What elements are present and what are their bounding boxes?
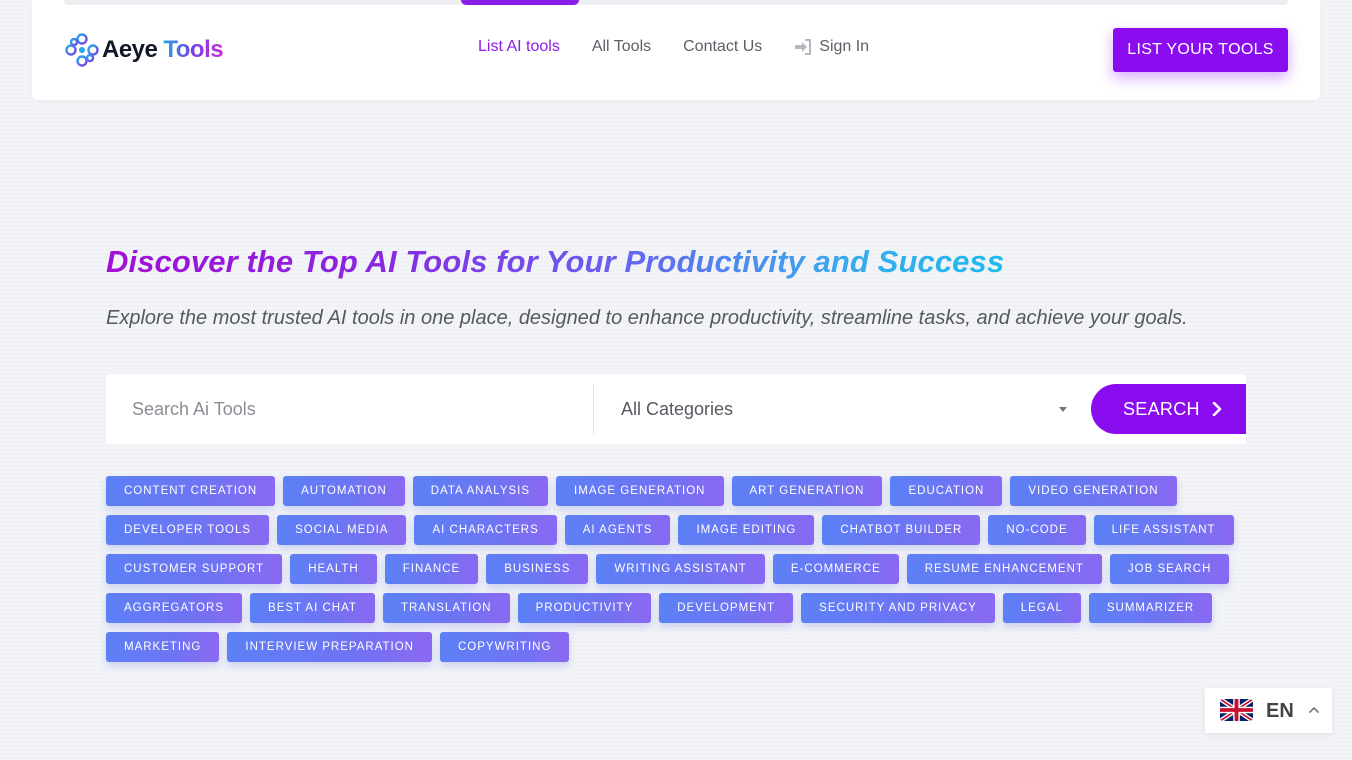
chevron-up-icon	[1309, 707, 1319, 713]
category-tag[interactable]: DEVELOPMENT	[659, 593, 794, 623]
header-progress-active	[461, 0, 579, 5]
search-button-label: SEARCH	[1123, 398, 1200, 419]
category-tag[interactable]: SECURITY AND PRIVACY	[801, 593, 995, 623]
category-tag[interactable]: DATA ANALYSIS	[412, 476, 549, 506]
search-input[interactable]	[106, 374, 593, 444]
hero-title: Discover the Top AI Tools for Your Produ…	[106, 244, 1005, 279]
category-tag[interactable]: CUSTOMER SUPPORT	[106, 554, 283, 584]
site-logo[interactable]: Aeye Tools	[64, 30, 224, 70]
search-button[interactable]: SEARCH	[1091, 384, 1246, 434]
category-tag[interactable]: SOCIAL MEDIA	[277, 515, 407, 545]
hero-subtitle: Explore the most trusted AI tools in one…	[106, 307, 1188, 329]
logo-text-part2: Tools	[163, 36, 224, 63]
chevron-right-icon	[1212, 402, 1222, 416]
nav-list-ai-tools[interactable]: List AI tools	[478, 38, 560, 56]
category-tag[interactable]: WRITING ASSISTANT	[596, 554, 765, 584]
logo-text-part1: Aeye	[102, 36, 158, 63]
category-tag[interactable]: AI CHARACTERS	[414, 515, 557, 545]
main-nav: List AI tools All Tools Contact Us Sign …	[478, 38, 901, 56]
category-tag[interactable]: TRANSLATION	[382, 593, 510, 623]
nav-all-tools[interactable]: All Tools	[592, 38, 651, 56]
category-tag[interactable]: BUSINESS	[486, 554, 589, 584]
list-your-tools-button[interactable]: LIST YOUR TOOLS	[1113, 28, 1288, 72]
category-tag[interactable]: BEST AI CHAT	[250, 593, 375, 623]
category-tag[interactable]: SUMMARIZER	[1088, 593, 1213, 623]
category-tags: CONTENT CREATION AUTOMATION DATA ANALYSIS I…	[106, 476, 1234, 671]
logo-icon	[65, 33, 99, 67]
logo-text: Aeye Tools	[102, 36, 224, 64]
category-tag[interactable]: IMAGE EDITING	[678, 515, 815, 545]
category-tag[interactable]: E-COMMERCE	[772, 554, 899, 584]
category-tag[interactable]: PRODUCTIVITY	[517, 593, 652, 623]
category-tag[interactable]: HEALTH	[290, 554, 377, 584]
category-tag[interactable]: ART GENERATION	[731, 476, 883, 506]
uk-flag-icon	[1220, 699, 1253, 721]
sign-in-label: Sign In	[819, 38, 870, 55]
category-tag[interactable]: AI AGENTS	[564, 515, 671, 545]
search-bar: All Categories SEARCH	[106, 374, 1246, 444]
tag-row: AGGREGATORS BEST AI CHAT TRANSLATION PRODUC…	[106, 593, 1216, 623]
category-tag[interactable]: JOB SEARCH	[1109, 554, 1230, 584]
language-switcher[interactable]: EN	[1205, 688, 1332, 733]
category-tag[interactable]: NO-CODE	[988, 515, 1086, 545]
category-tag[interactable]: LEGAL	[1002, 593, 1081, 623]
caret-down-icon	[1059, 407, 1067, 412]
nav-contact-us[interactable]: Contact Us	[683, 38, 762, 56]
category-tag[interactable]: CHATBOT BUILDER	[822, 515, 981, 545]
category-tag[interactable]: MARKETING	[106, 632, 220, 662]
tag-row: DEVELOPER TOOLS SOCIAL MEDIA AI CHARACTERS…	[106, 515, 1234, 545]
category-tag[interactable]: DEVELOPER TOOLS	[106, 515, 270, 545]
category-tag[interactable]: EDUCATION	[890, 476, 1003, 506]
tag-row: CUSTOMER SUPPORT HEALTH FINANCE BUSINESS WRI…	[106, 554, 1230, 584]
category-tag[interactable]: IMAGE GENERATION	[556, 476, 724, 506]
category-tag[interactable]: FINANCE	[384, 554, 479, 584]
sign-in-icon	[795, 39, 812, 55]
nav-sign-in[interactable]: Sign In	[794, 38, 869, 56]
category-tag[interactable]: VIDEO GENERATION	[1010, 476, 1177, 506]
tag-row: MARKETING INTERVIEW PREPARATION COPYWRITIN…	[106, 632, 1216, 662]
category-tag[interactable]: INTERVIEW PREPARATION	[227, 632, 432, 662]
site-header: Aeye Tools List AI tools All Tools Conta…	[32, 0, 1320, 100]
header-progress-strip	[64, 0, 1288, 5]
category-select-value: All Categories	[621, 398, 734, 419]
tag-row: CONTENT CREATION AUTOMATION DATA ANALYSIS I…	[106, 476, 1216, 506]
category-tag[interactable]: LIFE ASSISTANT	[1093, 515, 1234, 545]
language-code: EN	[1266, 700, 1294, 722]
category-select[interactable]: All Categories	[594, 374, 1081, 444]
category-tag[interactable]: AUTOMATION	[283, 476, 405, 506]
category-tag[interactable]: AGGREGATORS	[106, 593, 243, 623]
category-tag[interactable]: COPYWRITING	[439, 632, 570, 662]
category-tag[interactable]: RESUME ENHANCEMENT	[906, 554, 1102, 584]
category-tag[interactable]: CONTENT CREATION	[106, 476, 276, 506]
